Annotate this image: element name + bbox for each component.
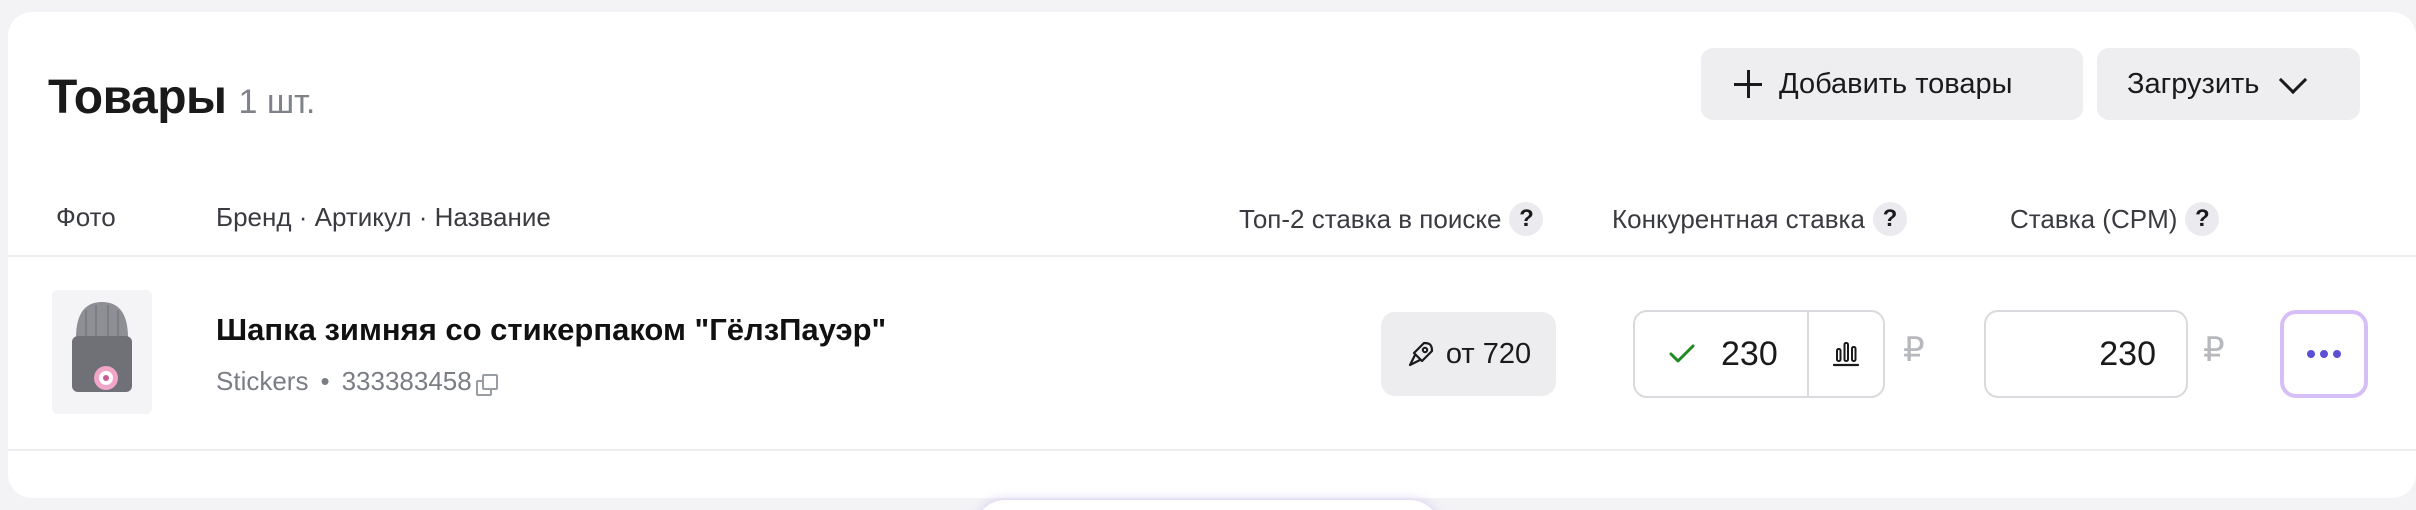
column-top2-label: Топ-2 ставка в поиске [1239,203,1502,234]
help-icon[interactable]: ? [1872,202,1907,236]
more-dot [2333,350,2341,358]
currency-rub: ₽ [1903,331,1925,369]
title-text: Товары [48,71,227,124]
rocket-icon [1408,341,1433,367]
column-top2-bid: Топ-2 ставка в поиске ? [1239,202,1544,236]
product-brand: Stickers [216,366,309,396]
copy-icon[interactable] [475,373,498,396]
column-photo-label: Фото [56,202,116,232]
header-divider [8,255,2416,257]
more-dot [2320,350,2328,358]
add-products-label: Добавить товары [1779,67,2013,100]
plus-icon [1731,67,1765,101]
competitive-bid-field[interactable]: 230 [1633,310,1885,398]
column-cpm-bid: Ставка (CPM) ? [2010,202,2220,236]
more-dot [2307,350,2315,358]
help-icon[interactable]: ? [1509,202,1544,236]
top2-bid-badge[interactable]: от 720 [1381,312,1556,396]
meta-separator: • [320,366,330,396]
column-brand-article-name: Бренд · Артикул · Название [216,202,551,233]
stats-button[interactable] [1809,312,1883,396]
bottom-panel-edge [975,500,1440,510]
beanie-image [52,290,152,414]
column-competitive-label: Конкурентная ставка [1612,203,1865,234]
column-brand-label: Бренд · Артикул · Название [216,202,551,232]
chevron-down-icon [2279,65,2308,95]
cpm-bid-input[interactable]: 230 [1984,310,2188,398]
column-cpm-label: Ставка (CPM) [2010,203,2178,234]
column-photo: Фото [56,202,116,233]
help-icon[interactable]: ? [2185,202,2220,236]
competitive-bid-value-box[interactable]: 230 [1635,312,1809,396]
top2-bid-value: от 720 [1445,337,1532,370]
upload-button[interactable]: Загрузить [2097,48,2360,120]
product-photo[interactable] [52,290,152,414]
check-icon [1669,344,1695,363]
more-actions-button[interactable] [2280,310,2368,398]
cpm-bid-value: 230 [2099,334,2156,373]
row-divider [8,449,2416,451]
products-count: 1 шт. [238,83,316,121]
product-name[interactable]: Шапка зимняя со стикерпаком "ГёлзПауэр" [216,312,886,348]
bar-chart-icon [1832,342,1860,367]
column-competitive-bid: Конкурентная ставка ? [1612,202,1907,236]
page-title: Товары 1 шт. [48,70,315,125]
product-meta: Stickers • 333383458 [216,366,498,397]
upload-label: Загрузить [2127,67,2260,100]
competitive-bid-value: 230 [1721,334,1778,373]
currency-rub: ₽ [2203,331,2225,369]
add-products-button[interactable]: Добавить товары [1701,48,2083,120]
product-article[interactable]: 333383458 [342,366,472,397]
